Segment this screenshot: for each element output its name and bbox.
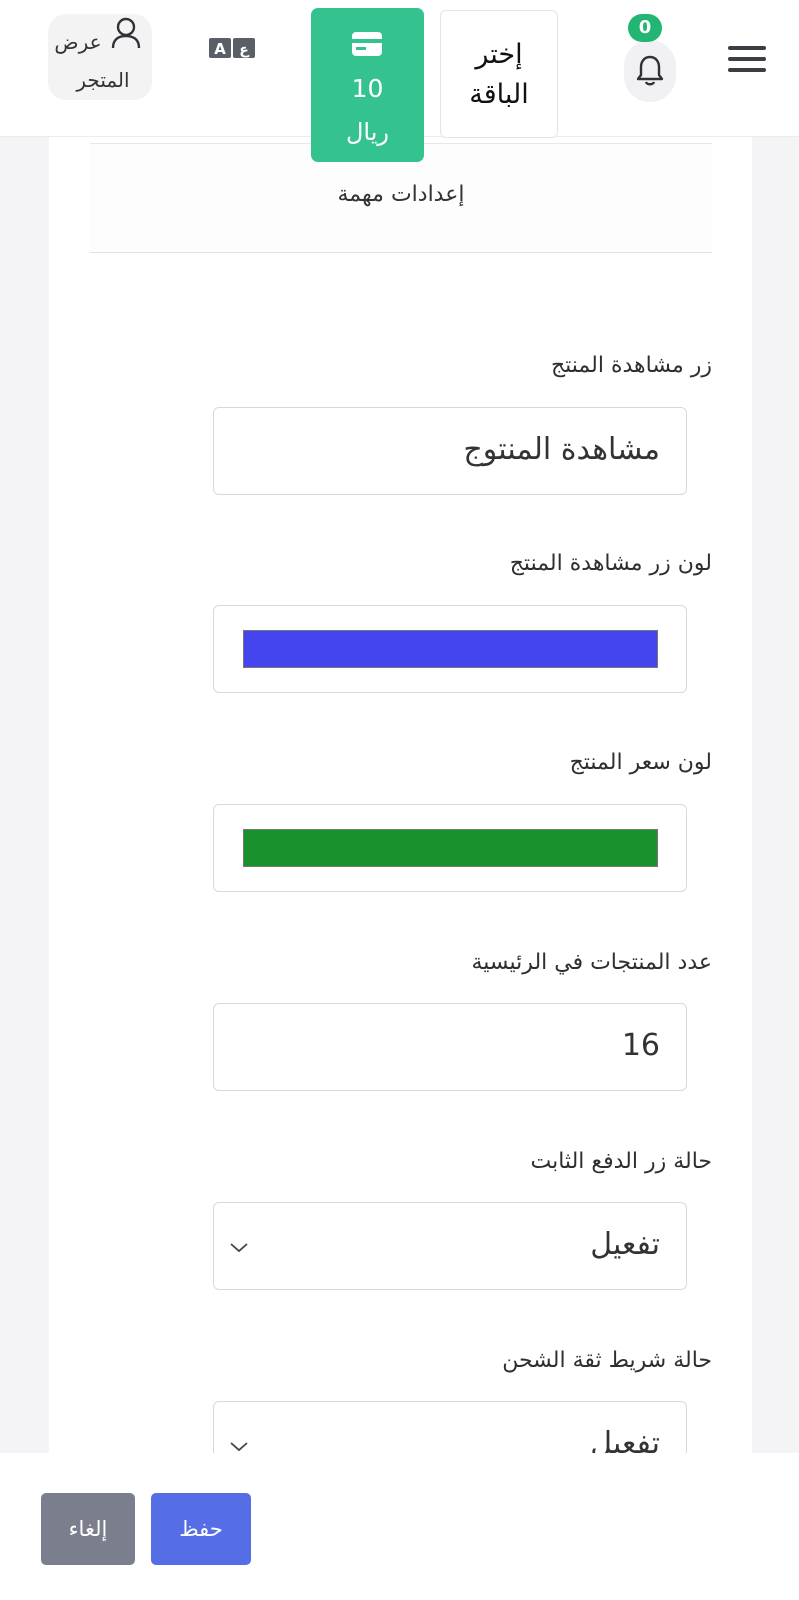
bell-icon [636, 55, 664, 86]
view-store-label-line1: عرض [54, 30, 102, 54]
save-button[interactable]: حفظ [151, 1493, 251, 1565]
svg-text:ع: ع [239, 42, 250, 58]
fixed-pay-button-select[interactable]: تفعيل [213, 1202, 687, 1290]
view-button-text-value: مشاهدة المنتوج [463, 432, 660, 467]
top-navbar: 0 إختر الباقة 10 ريال A ع عرض المتجر [0, 0, 799, 162]
view-store-link[interactable]: عرض المتجر [48, 14, 152, 100]
balance-currency: ريال [345, 118, 390, 146]
choose-plan-label-line1: إختر [475, 39, 523, 70]
chevron-down-icon [230, 1442, 248, 1452]
chevron-down-icon [230, 1243, 248, 1253]
view-button-text-label: زر مشاهدة المنتج [550, 353, 712, 378]
panel-title: إعدادات مهمة [337, 182, 465, 207]
hamburger-icon-bar [728, 68, 766, 72]
balance-amount: 10 [351, 74, 384, 103]
shipping-trust-bar-label: حالة شريط ثقة الشحن [502, 1348, 712, 1373]
view-button-text-input[interactable]: مشاهدة المنتوج [213, 407, 687, 495]
price-color-label: لون سعر المنتج [569, 750, 712, 775]
products-count-input[interactable]: 16 [213, 1003, 687, 1091]
view-button-color-label: لون زر مشاهدة المنتج [509, 551, 712, 576]
translate-icon: A ع [209, 38, 255, 58]
choose-plan-button[interactable]: إختر الباقة [440, 10, 558, 138]
view-button-color-input[interactable] [213, 605, 687, 693]
view-button-color-swatch [243, 630, 658, 668]
products-count-value: 16 [621, 1028, 660, 1063]
price-color-input[interactable] [213, 804, 687, 892]
choose-plan-label-line2: الباقة [469, 79, 529, 110]
price-color-swatch [243, 829, 658, 867]
svg-text:A: A [214, 40, 226, 58]
products-count-label: عدد المنتجات في الرئيسية [471, 950, 712, 975]
view-store-label-line2: المتجر [76, 68, 130, 92]
hamburger-icon-bar [728, 46, 766, 50]
notification-count-badge: 0 [628, 14, 662, 42]
user-icon [111, 17, 141, 49]
fixed-pay-button-value: تفعيل [590, 1227, 660, 1262]
wallet-balance-button[interactable]: 10 ريال [311, 8, 424, 162]
credit-card-icon [352, 32, 382, 56]
language-switch-button[interactable]: A ع [200, 34, 258, 76]
fixed-pay-button-label: حالة زر الدفع الثابت [530, 1149, 713, 1174]
notifications-button[interactable] [624, 40, 676, 102]
menu-toggle-button[interactable] [728, 46, 766, 82]
hamburger-icon-bar [728, 57, 766, 61]
cancel-button[interactable]: إلغاء [41, 1493, 135, 1565]
form-footer: إلغاء حفظ [0, 1453, 799, 1600]
